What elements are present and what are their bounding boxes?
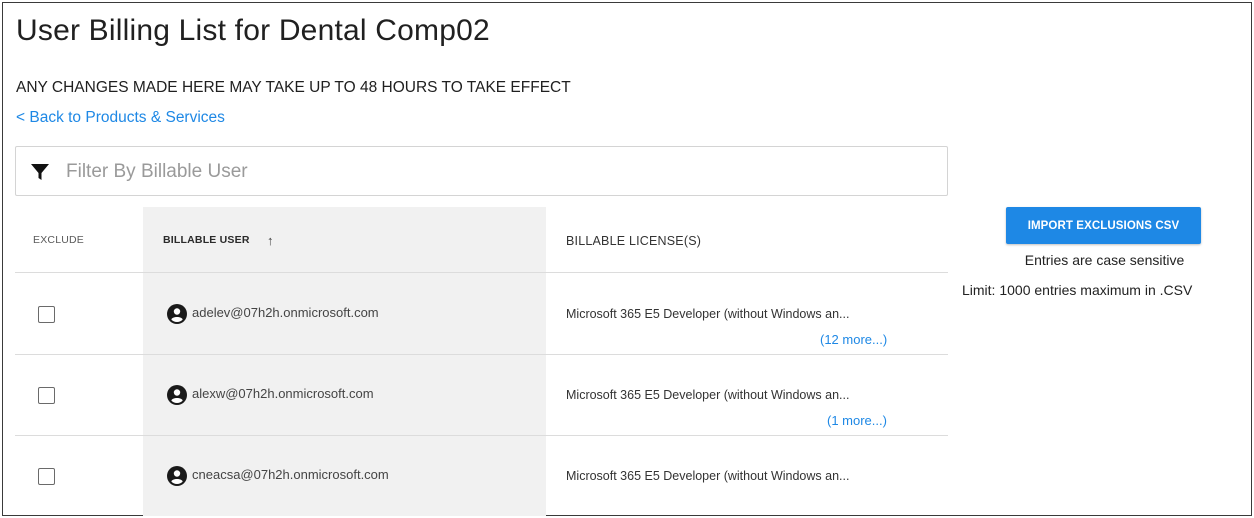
changes-notice: ANY CHANGES MADE HERE MAY TAKE UP TO 48 …	[16, 79, 571, 96]
exclude-checkbox[interactable]	[38, 468, 55, 485]
billable-user-email: cneacsa@07h2h.onmicrosoft.com	[192, 467, 389, 482]
billable-license-text: Microsoft 365 E5 Developer (without Wind…	[566, 307, 850, 321]
table-header: EXCLUDE BILLABLE USER ↑ BILLABLE LICENSE…	[15, 207, 948, 273]
billable-user-email: alexw@07h2h.onmicrosoft.com	[192, 386, 374, 401]
filter-box	[15, 146, 948, 196]
exclude-checkbox[interactable]	[38, 306, 55, 323]
user-avatar-icon	[167, 304, 187, 324]
table-row: cneacsa@07h2h.onmicrosoft.com Microsoft …	[15, 436, 948, 517]
billable-user-email: adelev@07h2h.onmicrosoft.com	[192, 305, 379, 320]
more-licenses-link[interactable]: (12 more...)	[820, 332, 887, 347]
billing-table: EXCLUDE BILLABLE USER ↑ BILLABLE LICENSE…	[15, 207, 948, 516]
user-avatar-icon	[167, 466, 187, 486]
case-sensitive-note: Entries are case sensitive	[1024, 252, 1185, 268]
column-header-exclude[interactable]: EXCLUDE	[33, 234, 84, 246]
page-title: User Billing List for Dental Comp02	[16, 14, 490, 47]
column-header-billable-user[interactable]: BILLABLE USER	[163, 234, 250, 246]
sort-ascending-icon[interactable]: ↑	[267, 233, 274, 248]
column-header-billable-licenses[interactable]: BILLABLE LICENSE(S)	[566, 234, 701, 248]
user-avatar-icon	[167, 385, 187, 405]
more-licenses-link[interactable]: (1 more...)	[827, 413, 887, 428]
filter-by-billable-user-input[interactable]	[66, 155, 926, 189]
billable-license-text: Microsoft 365 E5 Developer (without Wind…	[566, 469, 850, 483]
exclude-checkbox[interactable]	[38, 387, 55, 404]
back-to-products-link[interactable]: < Back to Products & Services	[16, 109, 225, 127]
table-row: alexw@07h2h.onmicrosoft.com Microsoft 36…	[15, 355, 948, 436]
table-row: adelev@07h2h.onmicrosoft.com Microsoft 3…	[15, 274, 948, 355]
import-exclusions-csv-button[interactable]: IMPORT EXCLUSIONS CSV	[1006, 207, 1201, 244]
entries-limit-note: Limit: 1000 entries maximum in .CSV	[962, 282, 1193, 298]
filter-icon	[31, 164, 49, 180]
billable-license-text: Microsoft 365 E5 Developer (without Wind…	[566, 388, 850, 402]
